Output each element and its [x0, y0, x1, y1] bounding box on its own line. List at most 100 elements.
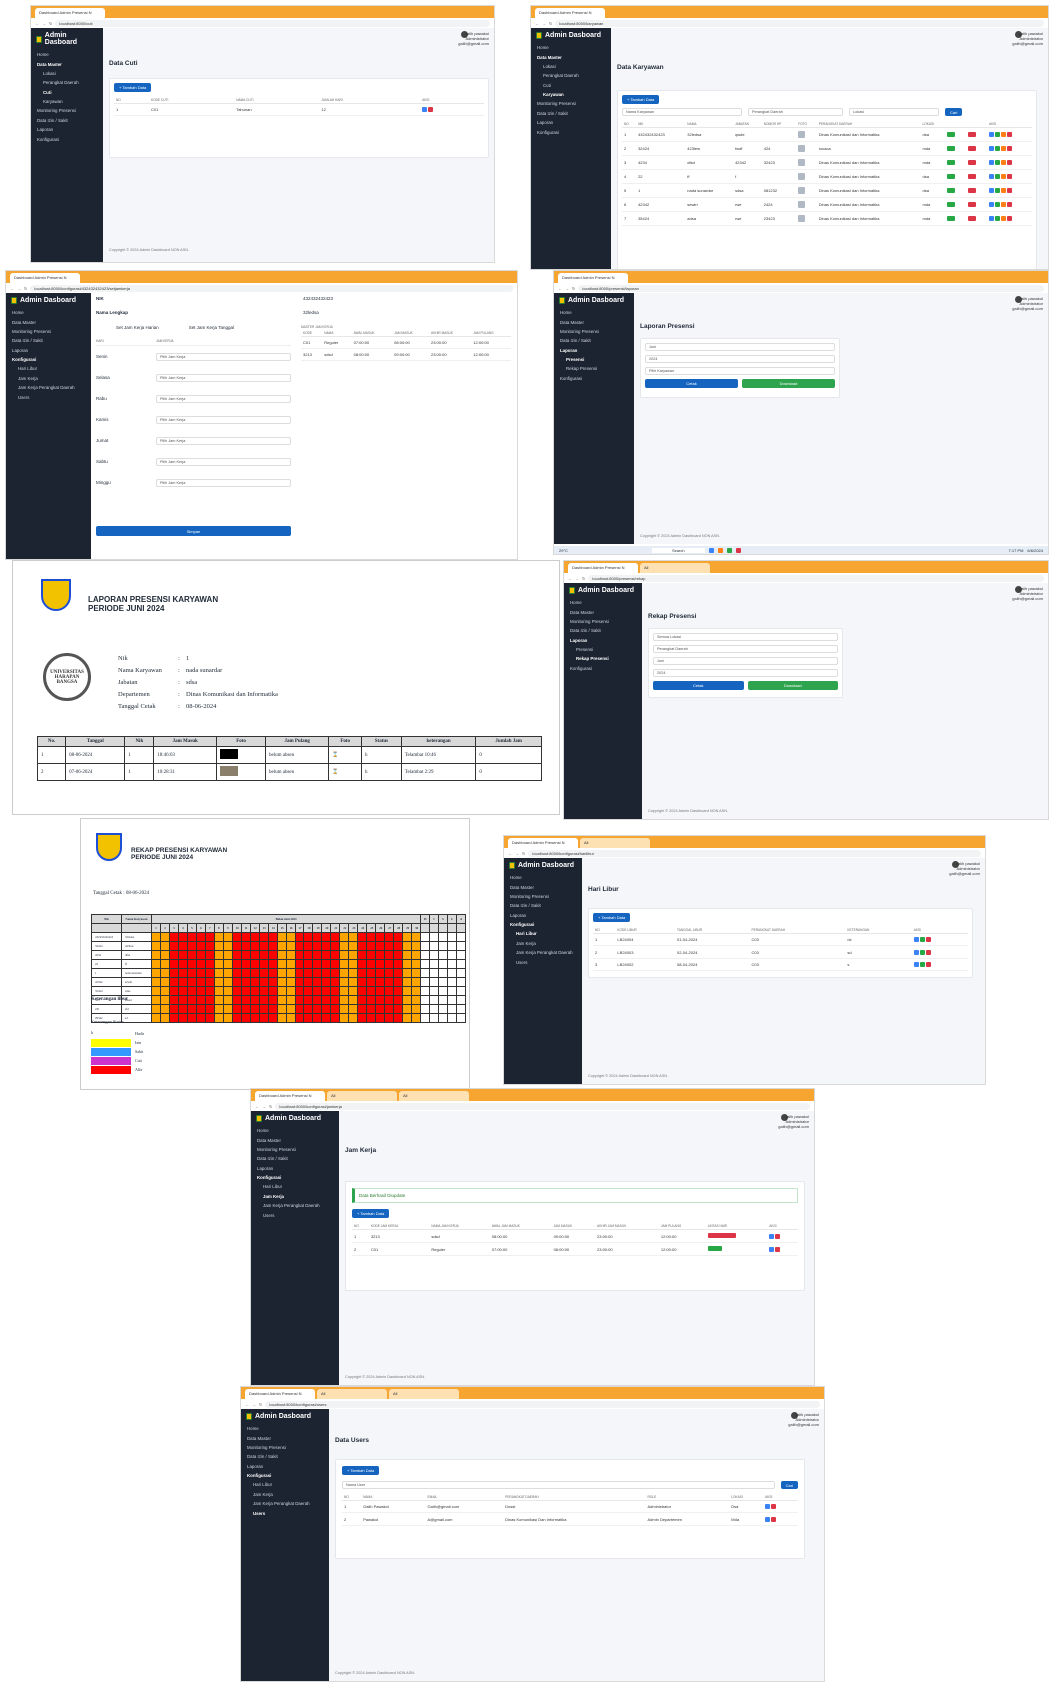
browser-tab[interactable]: Dashboard Admin Presensi N — [35, 8, 105, 18]
sidebar-item-konfigurasi[interactable]: Konfigurasi — [504, 920, 582, 929]
brand[interactable]: Admin Dasboard — [6, 293, 91, 308]
delete-icon[interactable] — [771, 1516, 777, 1522]
app-icon[interactable] — [726, 547, 732, 553]
perangkat-daerah-select[interactable]: Perangkat Daerah — [748, 108, 843, 116]
sidebar-item-monitoring[interactable]: Monitoring Presensi — [554, 327, 634, 336]
bulan-select[interactable]: Juni — [653, 657, 838, 665]
brand[interactable]: Admin Dasboard — [504, 858, 582, 873]
forward-icon[interactable]: → — [515, 851, 519, 856]
browser-tab[interactable]: All — [640, 563, 710, 573]
edit-icon[interactable] — [769, 1233, 775, 1239]
download-button[interactable]: Download — [747, 681, 838, 690]
delete-icon[interactable] — [775, 1233, 781, 1239]
delete-icon[interactable] — [1007, 146, 1013, 152]
sidebar-item-izin[interactable]: Data Izin / Sakit — [531, 109, 611, 118]
back-icon[interactable]: ← — [35, 21, 39, 26]
settings-icon[interactable] — [1001, 160, 1007, 166]
jam-kerja-select[interactable]: Pilih Jam Kerja — [156, 457, 291, 466]
back-icon[interactable]: ← — [245, 1402, 249, 1407]
browser-tab[interactable]: Dashboard Admin Presensi N — [558, 273, 628, 283]
sidebar-item-izin[interactable]: Data Izin / Sakit — [251, 1154, 339, 1163]
sidebar-item-data-master[interactable]: Data Master — [564, 607, 642, 616]
view-icon[interactable] — [995, 132, 1001, 138]
sidebar-item-jam-kerja-pd[interactable]: Jam Kerja Perangkat Daerah — [251, 1201, 339, 1210]
edit-icon[interactable] — [913, 937, 919, 943]
jam-kerja-select[interactable]: Pilih Jam Kerja — [156, 373, 291, 382]
reload-icon[interactable]: ↻ — [49, 21, 52, 26]
sidebar-item-users[interactable]: Users — [241, 1508, 329, 1517]
address-bar[interactable]: localhost:8000/karyawan — [555, 19, 1044, 27]
sidebar-item-users[interactable]: Users — [504, 957, 582, 966]
edit-icon[interactable] — [765, 1516, 771, 1522]
view-icon[interactable] — [995, 216, 1001, 222]
sidebar-item-laporan[interactable]: Laporan — [31, 125, 103, 134]
browser-tab[interactable]: Dashboard Admin Presensi N — [245, 1389, 315, 1399]
sidebar-item-data-master[interactable]: Data Master — [31, 59, 103, 68]
bulan-select[interactable]: Juni — [645, 343, 835, 351]
sidebar-item-izin[interactable]: Data Izin / Sakit — [554, 336, 634, 345]
status-toggle[interactable] — [947, 132, 956, 138]
sidebar-item-monitoring[interactable]: Monitoring Presensi — [504, 892, 582, 901]
sidebar-item-karyawan[interactable]: Karyawan — [531, 90, 611, 99]
search-button[interactable]: Cari — [945, 108, 963, 116]
sidebar-item-laporan[interactable]: Laporan — [251, 1164, 339, 1173]
browser-tab[interactable]: Dashboard Admin Presensi N — [535, 8, 605, 18]
sidebar-item-home[interactable]: Home — [554, 308, 634, 317]
app-icon[interactable] — [708, 547, 714, 553]
sidebar-item-perangkat-daerah[interactable]: Perangkat Daerah — [31, 78, 103, 87]
sidebar-item-jam-kerja[interactable]: Jam Kerja — [241, 1490, 329, 1499]
edit-icon[interactable] — [989, 160, 995, 166]
sidebar-item-hari-libur[interactable]: Hari Libur — [504, 929, 582, 938]
browser-tab[interactable]: All — [399, 1091, 469, 1101]
sidebar-item-home[interactable]: Home — [251, 1126, 339, 1135]
delete-icon[interactable] — [1007, 216, 1013, 222]
sidebar-item-home[interactable]: Home — [504, 873, 582, 882]
sidebar-item-cuti[interactable]: Cuti — [531, 81, 611, 90]
sidebar-item-karyawan[interactable]: Karyawan — [31, 97, 103, 106]
sidebar-item-home[interactable]: Home — [564, 598, 642, 607]
sidebar-item-jam-kerja-pd[interactable]: Jam Kerja Perangkat Daerah — [241, 1499, 329, 1508]
sidebar-item-monitoring[interactable]: Monitoring Presensi — [6, 327, 91, 336]
reload-icon[interactable]: ↻ — [24, 286, 27, 291]
address-bar[interactable]: localhost:8000/konfigurasi/432432432423/… — [30, 284, 513, 292]
back-icon[interactable]: ← — [535, 21, 539, 26]
browser-tab[interactable]: All — [580, 838, 650, 848]
browser-tab[interactable]: Dashboard Admin Presensi N — [508, 838, 578, 848]
sidebar-item-presensi[interactable]: Presensi — [564, 645, 642, 654]
forward-icon[interactable]: → — [17, 286, 21, 291]
delete-icon[interactable] — [1007, 202, 1013, 208]
delete-icon[interactable] — [1007, 132, 1013, 138]
forward-icon[interactable]: → — [565, 286, 569, 291]
edit-icon[interactable] — [769, 1246, 775, 1252]
taskbar-search[interactable]: Search — [651, 547, 705, 553]
add-button[interactable]: + Tambah Data — [593, 913, 631, 922]
back-icon[interactable]: ← — [508, 851, 512, 856]
reload-icon[interactable]: ↻ — [259, 1402, 262, 1407]
address-bar[interactable]: localhost:8000/konfigurasi/harilibur — [528, 849, 981, 857]
sidebar-item-lokasi[interactable]: Lokasi — [531, 62, 611, 71]
forward-icon[interactable]: → — [542, 21, 546, 26]
edit-icon[interactable] — [989, 146, 995, 152]
sidebar-item-laporan[interactable]: Laporan — [564, 636, 642, 645]
status-toggle[interactable] — [968, 174, 977, 180]
karyawan-select[interactable]: Pilih Karyawan — [645, 367, 835, 375]
brand[interactable]: Admin Dasboard — [241, 1409, 329, 1424]
sidebar-item-jam-kerja-pd[interactable]: Jam Kerja Perangkat Daerah — [504, 948, 582, 957]
sidebar-item-jam-kerja[interactable]: Jam Kerja — [6, 374, 91, 383]
sidebar-item-konfigurasi[interactable]: Konfigurasi — [251, 1173, 339, 1182]
tahun-select[interactable]: 2024 — [645, 355, 835, 363]
tab-harian[interactable]: Set Jam Kerja Harian — [116, 325, 159, 330]
sidebar-item-jam-kerja[interactable]: Jam Kerja — [504, 939, 582, 948]
delete-icon[interactable] — [925, 962, 931, 968]
status-toggle[interactable] — [968, 216, 977, 222]
settings-icon[interactable] — [1001, 216, 1007, 222]
sidebar-item-data-master[interactable]: Data Master — [6, 317, 91, 326]
view-icon[interactable] — [995, 174, 1001, 180]
back-icon[interactable]: ← — [568, 576, 572, 581]
edit-icon[interactable] — [913, 962, 919, 968]
sidebar-item-hari-libur[interactable]: Hari Libur — [6, 364, 91, 373]
sidebar-item-konfigurasi[interactable]: Konfigurasi — [531, 127, 611, 136]
back-icon[interactable]: ← — [558, 286, 562, 291]
app-icon[interactable] — [735, 547, 741, 553]
add-button[interactable]: + Tambah Data — [342, 1466, 380, 1475]
